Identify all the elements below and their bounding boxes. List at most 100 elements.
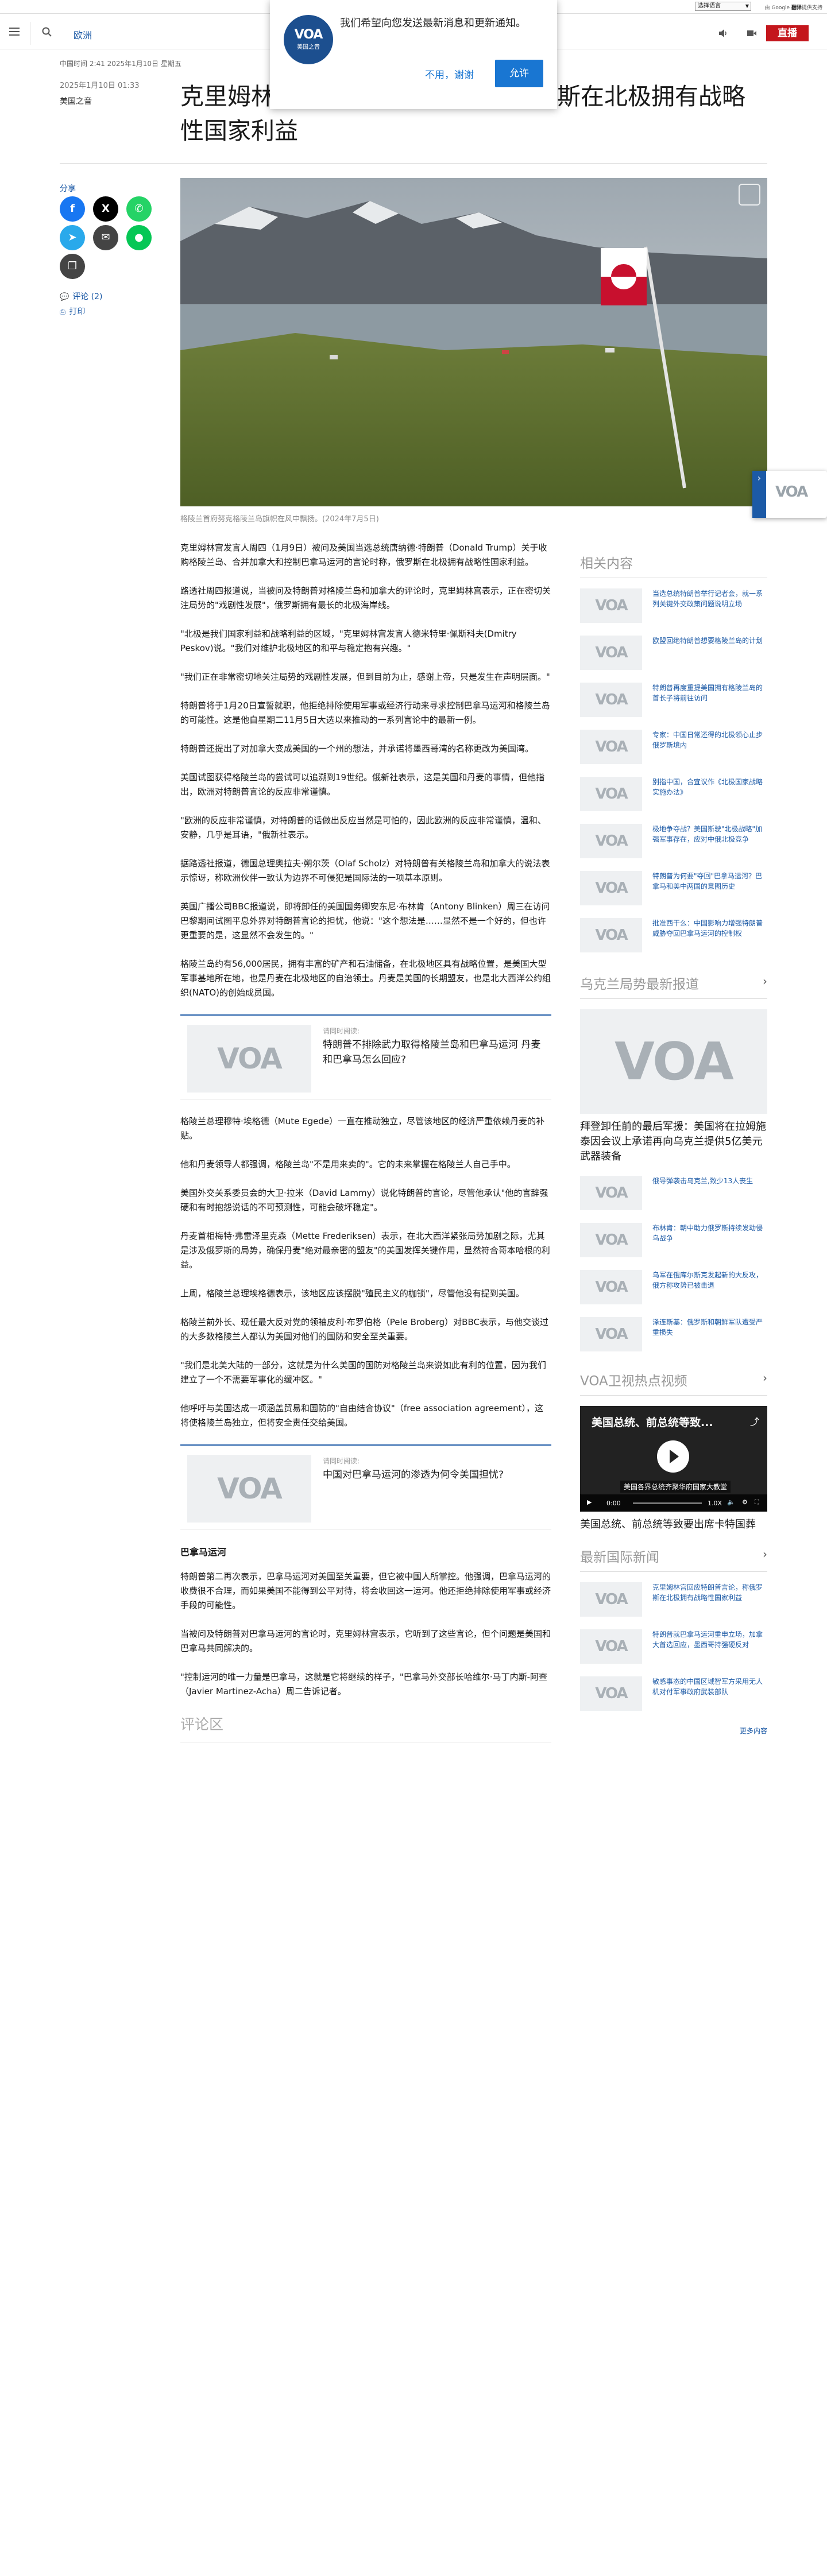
list-item[interactable]: VOA 欧盟回绝特朗普想要格陵兰岛的计划 [580,636,767,683]
share-icon[interactable]: ⤴ [750,1414,759,1428]
list-item-title[interactable]: 乌军在俄库尔斯克发起新的大反攻，俄方称攻势已被击退 [652,1270,767,1317]
menu-icon[interactable] [9,28,20,36]
play-icon[interactable] [657,1440,689,1473]
list-item-title[interactable]: 别指中国，合宜议作《北极国家战略实施办法》 [652,777,767,824]
thumbnail: VOA [580,918,642,952]
paragraph: 他和丹麦领导人都强调，格陵兰岛"不是用来卖的"。它的未来掌握在格陵兰人自己手中。 [180,1159,516,1169]
paragraph: 据路透社报道，德国总理奥拉夫·朔尔茨（Olaf Scholz）对特朗普有关格陵兰… [180,858,550,883]
embed-title[interactable]: 中国对巴拿马运河的渗透为何令美国担忧? [323,1467,541,1482]
article-category[interactable]: 美国之音 [60,95,92,107]
list-item-title[interactable]: 特朗普为何要"夺回"巴拿马运河？巴拿马和美中两国的意图历史 [652,871,767,918]
play-small-icon[interactable]: ▶ [587,1498,592,1506]
thumbnail: VOA [580,1582,642,1617]
expand-icon[interactable] [739,184,760,206]
paragraph: 格陵兰总理穆特·埃格德（Mute Egede）一直在推动独立，尽管该地区的经济严… [180,1116,545,1141]
more-link[interactable]: 更多内容 [580,1726,767,1736]
line-icon[interactable]: ● [126,225,152,250]
list-item-title[interactable]: 极地争夺战？美国斯驶"北极战略"加强军事存在，应对中俄北极竞争 [652,824,767,871]
search-icon[interactable] [41,26,53,38]
paragraph: 当被问及特朗普对巴拿马运河的言论时，克里姆林宫表示，它听到了这些言论，但个问题是… [180,1629,551,1653]
facebook-icon[interactable]: f [60,196,85,222]
thumbnail: VOA [580,824,642,858]
video-caption[interactable]: 美国总统、前总统等致要出席卡特国葬 [580,1517,767,1532]
playback-speed[interactable]: 1.0X [708,1500,722,1507]
decline-button[interactable]: 不用，谢谢 [425,67,474,81]
list-item[interactable]: VOA 极地争夺战？美国斯驶"北极战略"加强军事存在，应对中俄北极竞争 [580,824,767,871]
thumbnail: VOA [580,1317,642,1351]
related-embed[interactable]: VOA 请同时阅读: 中国对巴拿马运河的渗透为何令美国担忧? [180,1444,551,1529]
list-item-title[interactable]: 布林肯：朝中助力俄罗斯持续发动侵乌战争 [652,1223,767,1270]
list-item[interactable]: VOA 当选总统特朗普举行记者会，就一系列关键外交政策问题说明立场 [580,588,767,636]
hero-image [180,178,767,506]
language-select-label: 选择语言 [698,3,721,9]
paragraph: 丹麦首相梅特·弗雷泽里克森（Mette Frederiksen）表示，在北大西洋… [180,1231,550,1270]
list-item[interactable]: VOA 特朗普为何要"夺回"巴拿马运河？巴拿马和美中两国的意图历史 [580,871,767,918]
list-item-title[interactable]: 专家：中国日常还得的北极领心止步俄罗斯境内 [652,730,767,777]
list-item-title[interactable]: 当选总统特朗普举行记者会，就一系列关键外交政策问题说明立场 [652,588,767,636]
allow-button[interactable]: 允许 [495,60,543,87]
x-twitter-icon[interactable]: X [93,196,118,222]
whatsapp-icon[interactable]: ✆ [126,196,152,222]
list-item-title[interactable]: 泽连斯基：俄罗斯和朝鲜军队遭受严重损失 [652,1317,767,1364]
list-item[interactable]: VOA 敏感事态的中国区域智军方采用无人机对付军事政府武装部队 [580,1676,767,1723]
video-heading-label: VOA卫视热点视频 [580,1374,687,1389]
ukraine-heading[interactable]: 乌克兰局势最新报道 › [580,973,767,999]
video-player[interactable]: 美国总统、前总统等致... ⤴ 美国各界总统齐聚华府国家大教堂 ▶ 0:00 1… [580,1406,767,1512]
floating-voa-widget[interactable]: › VOA [752,471,827,518]
list-item-title[interactable]: 克里姆林宫回应特朗普言论，称俄罗斯在北极拥有战略性国家利益 [652,1582,767,1629]
publish-date: 2025年1月10日 01:33 [60,82,140,90]
list-item-title[interactable]: 俄导弹袭击乌克兰,致少13人丧生 [652,1176,767,1223]
list-item-title[interactable]: 批准西干么：中国影响力增强特朗普威胁夺回巴拿马运河的控制权 [652,918,767,965]
chevron-down-icon: ▼ [745,3,749,9]
embed-title[interactable]: 特朗普不排除武力取得格陵兰岛和巴拿马运河 丹麦和巴拿马怎么回应? [323,1037,541,1067]
translate-brand: 翻译 [791,5,802,11]
chevron-right-icon[interactable]: › [752,471,766,518]
list-item-title[interactable]: 特朗普就巴拿马运河重申立场，加拿大首选回应，墨西哥持强硬反对 [652,1629,767,1676]
comments-link-label: 评论 (2) [72,292,103,301]
thumbnail: VOA [580,777,642,811]
feature-title[interactable]: 拜登卸任前的最后军援：美国将在拉姆施泰因会议上承诺再向乌克兰提供5亿美元武器装备 [580,1120,767,1164]
video-heading[interactable]: VOA卫视热点视频 › [580,1370,767,1396]
thumbnail: VOA [580,730,642,764]
share-label: 分享 [60,184,76,193]
live-button[interactable]: 直播 [766,25,809,41]
copy-link-icon[interactable]: ❐ [60,254,85,279]
news-heading[interactable]: 最新国际新闻 › [580,1546,767,1572]
comments-link[interactable]: 💬 评论 (2) [60,290,102,302]
video-icon[interactable] [747,29,757,38]
print-icon: ⎙ [60,308,66,316]
list-item-title[interactable]: 特朗普再度重提美国拥有格陵兰岛的首长子将前往访问 [652,683,767,730]
telegram-icon[interactable]: ➤ [60,225,85,250]
list-item-title[interactable]: 敏感事态的中国区域智军方采用无人机对付军事政府武装部队 [652,1676,767,1723]
list-item[interactable]: VOA 泽连斯基：俄罗斯和朝鲜军队遭受严重损失 [580,1317,767,1364]
print-link[interactable]: ⎙ 打印 [60,305,85,317]
list-item-title[interactable]: 欧盟回绝特朗普想要格陵兰岛的计划 [652,636,767,683]
related-embed[interactable]: VOA 请同时阅读: 特朗普不排除武力取得格陵兰岛和巴拿马运河 丹麦和巴拿马怎么… [180,1014,551,1099]
list-item[interactable]: VOA 乌军在俄库尔斯克发起新的大反攻，俄方称攻势已被击退 [580,1270,767,1317]
list-item[interactable]: VOA 别指中国，合宜议作《北极国家战略实施办法》 [580,777,767,824]
fullscreen-icon[interactable]: ⛶ [755,1498,759,1506]
list-item[interactable]: VOA 特朗普就巴拿马运河重申立场，加拿大首选回应，墨西哥持强硬反对 [580,1629,767,1676]
list-item[interactable]: VOA 克里姆林宫回应特朗普言论，称俄罗斯在北极拥有战略性国家利益 [580,1582,767,1629]
paragraph: "我们是北美大陆的一部分，这就是为什么美国的国防对格陵兰岛来说如此有利的位置，因… [180,1360,546,1385]
language-select[interactable]: 选择语言 ▼ [695,2,751,11]
list-item[interactable]: VOA 特朗普再度重提美国拥有格陵兰岛的首长子将前往访问 [580,683,767,730]
email-icon[interactable]: ✉ [93,225,118,250]
volume-icon[interactable]: 🔈 [727,1498,735,1506]
list-item[interactable]: VOA 专家：中国日常还得的北极领心止步俄罗斯境内 [580,730,767,777]
paragraph: 他呼吁与美国达成一项涵盖贸易和国防的"自由结合协议"（free associat… [180,1403,543,1428]
list-item[interactable]: VOA 俄导弹袭击乌克兰,致少13人丧生 [580,1176,767,1223]
settings-icon[interactable]: ⚙ [742,1498,748,1506]
thumbnail: VOA [580,871,642,905]
audio-icon[interactable] [718,29,728,38]
section-link-europe[interactable]: 欧洲 [74,28,92,41]
paragraph: 格陵兰前外长、现任最大反对党的领袖皮利·布罗伯格（Pele Broberg）对B… [180,1317,548,1342]
paragraph: 英国广播公司BBC报道说，即将卸任的美国国务卿安东尼·布林肯（Antony Bl… [180,901,550,940]
list-item[interactable]: VOA 批准西干么：中国影响力增强特朗普威胁夺回巴拿马运河的控制权 [580,918,767,965]
feature-card[interactable]: VOA 拜登卸任前的最后军援：美国将在拉姆施泰因会议上承诺再向乌克兰提供5亿美元… [580,1009,767,1164]
list-item[interactable]: VOA 布林肯：朝中助力俄罗斯持续发动侵乌战争 [580,1223,767,1270]
voa-logo: VOA [775,483,808,501]
chevron-right-icon: › [763,974,767,988]
video-progress[interactable] [633,1502,702,1504]
paragraph: 特朗普第二再次表示，巴拿马运河对美国至关重要，但它被中国人所掌控。他强调，巴拿马… [180,1571,551,1610]
